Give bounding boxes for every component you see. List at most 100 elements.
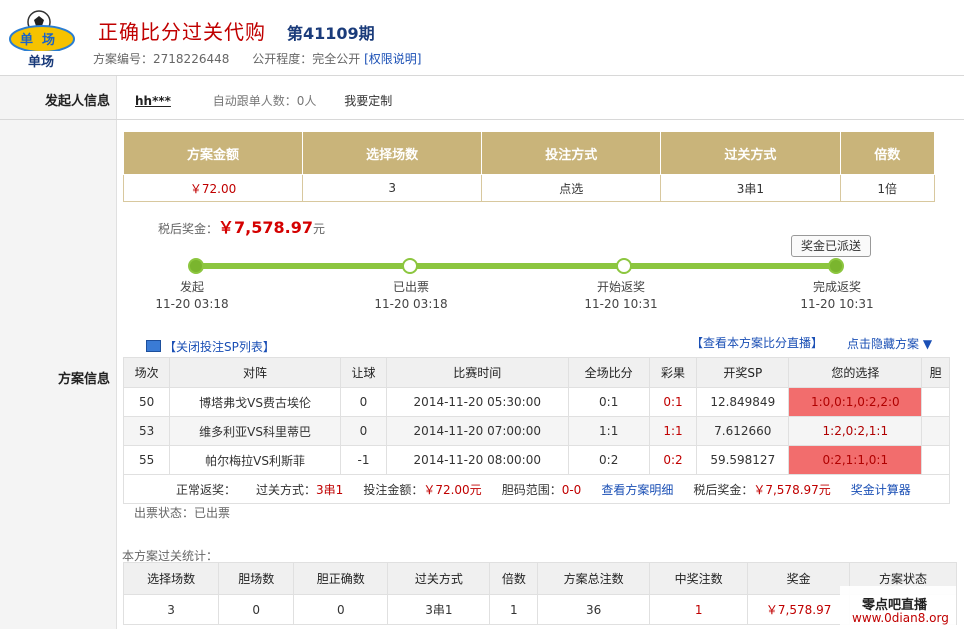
visibility-label: 公开程度： xyxy=(252,52,313,66)
timeline-step: 发起 11-20 03:18 xyxy=(142,279,242,313)
col-header: 场次 xyxy=(122,357,171,388)
lottery-logo: 单 场 单场 xyxy=(6,6,76,70)
result: 1:1 xyxy=(648,416,698,446)
handicap: 0 xyxy=(339,416,388,446)
col-header: 胆场数 xyxy=(218,562,295,595)
tax-prize-label: 税后奖金： xyxy=(693,482,754,497)
sp-value: 7.612660 xyxy=(696,416,790,446)
step-label: 发起 xyxy=(179,280,204,294)
summary-header: 过关方式 xyxy=(660,131,841,175)
summary-header: 投注方式 xyxy=(481,131,662,175)
step-label: 开始返奖 xyxy=(596,280,645,294)
pass-method: 3串1 xyxy=(660,174,841,202)
sp-list-toggle[interactable]: 【关闭投注SP列表】 xyxy=(146,338,275,355)
issue-number: 第41109期 xyxy=(287,24,375,43)
full-score: 0:2 xyxy=(567,445,650,475)
progress-track xyxy=(195,263,836,269)
stat-value: 3 xyxy=(122,594,220,625)
banker-range-value: 0-0 xyxy=(561,482,582,497)
timeline-dot xyxy=(188,258,204,274)
stat-value: 0 xyxy=(293,594,389,625)
initiator-row: hh*** 自动跟单人数：0人 我要定制 xyxy=(135,92,392,109)
follow-label: 自动跟单人数： xyxy=(212,94,297,108)
ticket-status: 出票状态：已出票 xyxy=(134,506,231,520)
timeline-step: 开始返奖 11-20 10:31 xyxy=(571,279,671,313)
table-row: 53 维多利亚VS科里蒂巴 0 2014-11-20 07:00:00 1:1 … xyxy=(122,416,950,446)
match-no: 50 xyxy=(122,387,171,417)
col-header: 方案总注数 xyxy=(537,562,651,595)
pass-label: 过关方式： xyxy=(256,482,317,497)
custom-link[interactable]: 我要定制 xyxy=(344,94,392,108)
table-row: 55 帕尔梅拉VS利斯菲 -1 2014-11-20 08:00:00 0:2 … xyxy=(122,445,950,475)
match-teams: 维多利亚VS科里蒂巴 xyxy=(169,416,341,446)
your-choice: 0:2,1:1,0:1 xyxy=(788,445,923,475)
step-time: 11-20 03:18 xyxy=(374,297,448,311)
divider xyxy=(0,75,964,76)
match-no: 55 xyxy=(122,445,171,475)
result: 0:2 xyxy=(648,445,698,475)
pass-value: 3串1 xyxy=(316,482,344,497)
match-time: 2014-11-20 05:30:00 xyxy=(386,387,569,417)
svg-text:场: 场 xyxy=(42,33,55,48)
plan-detail-link[interactable]: 查看方案明细 xyxy=(601,483,673,497)
col-header: 比赛时间 xyxy=(386,357,569,388)
your-choice: 1:0,0:1,0:2,2:0 xyxy=(788,387,923,417)
col-header: 对阵 xyxy=(169,357,341,388)
step-time: 11-20 10:31 xyxy=(584,297,658,311)
initiator-label-text: 发起人信息 xyxy=(44,94,110,109)
col-header: 过关方式 xyxy=(387,562,491,595)
stat-value: 1 xyxy=(489,594,539,625)
triangle-down-icon: ▼ xyxy=(922,337,933,351)
timeline-dot xyxy=(828,258,844,274)
plan-amount: ￥72.00 xyxy=(122,174,304,202)
sp-toggle-label: 【关闭投注SP列表】 xyxy=(164,340,275,354)
prize-line: 税后奖金：￥7,578.97元 xyxy=(158,214,325,238)
permission-link[interactable]: [权限说明] xyxy=(364,52,421,66)
banker xyxy=(921,445,950,475)
svg-text:单: 单 xyxy=(20,32,33,48)
banker xyxy=(921,416,950,446)
page-title: 正确比分过关代购 xyxy=(98,20,266,44)
prize-amount: ￥7,578.97 xyxy=(218,218,313,237)
initiator-username[interactable]: hh*** xyxy=(135,94,171,108)
match-teams: 博塔弗戈VS费古埃伦 xyxy=(169,387,341,417)
col-header: 中奖注数 xyxy=(649,562,749,595)
stat-value: 3串1 xyxy=(387,594,491,625)
match-teams: 帕尔梅拉VS利斯菲 xyxy=(169,445,341,475)
plan-section-label: 方案信息 xyxy=(0,120,117,629)
prize-calculator-link[interactable]: 奖金计算器 xyxy=(851,483,911,497)
stat-value: ￥7,578.97 xyxy=(747,594,851,625)
bet-summary: 正常返奖： 过关方式：3串1 投注金额：￥72.00元 胆码范围：0-0 查看方案明细 税… xyxy=(123,474,950,504)
plan-meta: 方案编号：2718226448 公开程度：完全公开 [权限说明] xyxy=(93,50,422,67)
amount-value: ￥72.00元 xyxy=(423,482,482,497)
col-header: 奖金 xyxy=(747,562,851,595)
folder-icon xyxy=(146,340,161,352)
col-header: 让球 xyxy=(339,357,388,388)
sp-value: 12.849849 xyxy=(696,387,790,417)
plan-no-label: 方案编号： xyxy=(93,52,154,66)
timeline-step: 已出票 11-20 03:18 xyxy=(361,279,461,313)
stat-value: 0 xyxy=(218,594,295,625)
col-header: 胆正确数 xyxy=(293,562,389,595)
matches-table: 场次 对阵 让球 比赛时间 全场比分 彩果 开奖SP 您的选择 胆 50 博塔弗… xyxy=(122,357,950,504)
visibility-value: 完全公开 xyxy=(312,52,361,66)
match-no: 53 xyxy=(122,416,171,446)
sp-value: 59.598127 xyxy=(696,445,790,475)
live-score-link[interactable]: 【查看本方案比分直播】 xyxy=(691,334,823,351)
full-score: 1:1 xyxy=(567,416,650,446)
amount-label: 投注金额： xyxy=(363,482,424,497)
your-choice: 1:2,0:2,1:1 xyxy=(788,416,923,446)
col-header: 开奖SP xyxy=(696,357,790,388)
hide-plan-link[interactable]: 点击隐藏方案 ▼ xyxy=(847,335,932,352)
col-header: 全场比分 xyxy=(567,357,650,388)
prize-sent-button[interactable]: 奖金已派送 xyxy=(791,235,871,257)
timeline-step: 完成返奖 11-20 10:31 xyxy=(787,279,887,313)
initiator-section-label: 发起人信息 xyxy=(0,76,117,119)
match-count: 3 xyxy=(302,174,483,202)
col-header: 倍数 xyxy=(489,562,539,595)
plan-label-text: 方案信息 xyxy=(57,372,110,387)
watermark-line2: www.0dian8.org xyxy=(852,611,949,625)
step-time: 11-20 10:31 xyxy=(800,297,874,311)
logo-caption: 单场 xyxy=(28,55,55,70)
prize-label: 税后奖金： xyxy=(158,222,219,236)
